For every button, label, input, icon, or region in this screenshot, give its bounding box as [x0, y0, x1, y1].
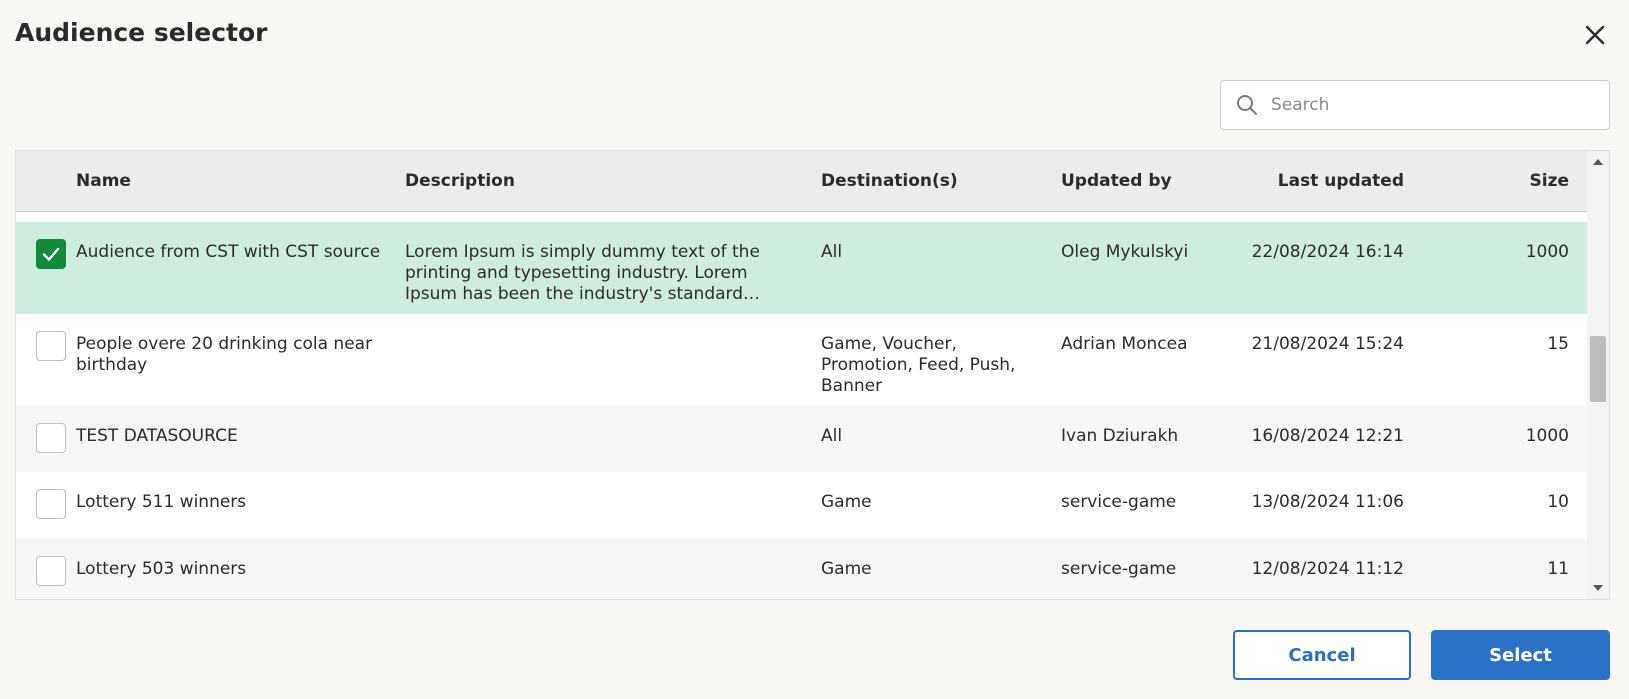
audience-table: Name Description Destination(s) Updated …	[15, 150, 1610, 600]
cell-size: 10	[1547, 492, 1569, 512]
checkmark-icon	[42, 247, 60, 261]
cell-last-updated: 16/08/2024 12:21	[1251, 426, 1404, 446]
row-checkbox[interactable]	[36, 423, 66, 453]
scroll-down-arrow-icon[interactable]	[1592, 583, 1604, 593]
column-header-name[interactable]: Name	[76, 171, 131, 191]
cell-last-updated: 13/08/2024 11:06	[1251, 492, 1404, 512]
cell-name: Lottery 511 winners	[76, 492, 247, 512]
column-header-updated-by[interactable]: Updated by	[1061, 171, 1172, 191]
table-row[interactable]: People overe 20 drinking cola near birth…	[16, 314, 1589, 406]
cell-size: 1000	[1525, 242, 1569, 262]
row-checkbox[interactable]	[36, 331, 66, 361]
cell-name: People overe 20 drinking cola near birth…	[76, 334, 373, 375]
table-row[interactable]: TEST DATASOURCE All Ivan Dziurakh 16/08/…	[16, 406, 1589, 472]
table-body: Audience from CST with CST source Lorem …	[16, 222, 1589, 599]
search-box[interactable]	[1220, 80, 1610, 130]
cell-updated-by: Oleg Mykulskyi	[1061, 242, 1189, 262]
scrollbar-thumb[interactable]	[1590, 336, 1606, 402]
cell-destinations: All	[821, 426, 843, 446]
cell-destinations: All	[821, 242, 843, 262]
scroll-up-arrow-icon[interactable]	[1592, 157, 1604, 167]
cell-updated-by: Adrian Moncea	[1061, 334, 1188, 354]
row-checkbox[interactable]	[36, 239, 66, 269]
cell-updated-by: service-game	[1061, 559, 1177, 579]
cell-destinations: Game	[821, 559, 872, 579]
row-checkbox[interactable]	[36, 556, 66, 586]
cell-name: TEST DATASOURCE	[76, 426, 238, 446]
cell-last-updated: 21/08/2024 15:24	[1251, 334, 1404, 354]
select-button[interactable]: Select	[1431, 630, 1610, 680]
search-input[interactable]	[1269, 94, 1589, 116]
table-row[interactable]: Lottery 503 winners Game service-game 12…	[16, 539, 1589, 599]
table-row[interactable]: Audience from CST with CST source Lorem …	[16, 222, 1589, 314]
cell-destinations: Game, Voucher, Promotion, Feed, Push, Ba…	[821, 334, 1016, 396]
audience-selector-dialog: Audience selector Name Description Desti…	[0, 0, 1629, 699]
row-checkbox[interactable]	[36, 489, 66, 519]
cell-updated-by: service-game	[1061, 492, 1177, 512]
column-header-destinations[interactable]: Destination(s)	[821, 171, 958, 191]
cell-size: 1000	[1525, 426, 1569, 446]
cell-destinations: Game	[821, 492, 872, 512]
close-icon	[1585, 25, 1605, 45]
cell-name: Lottery 503 winners	[76, 559, 247, 579]
cell-last-updated: 12/08/2024 11:12	[1251, 559, 1404, 579]
table-row[interactable]: Lottery 511 winners Game service-game 13…	[16, 472, 1589, 539]
cancel-button[interactable]: Cancel	[1233, 630, 1411, 680]
table-scrollbar[interactable]	[1587, 151, 1609, 599]
table-header: Name Description Destination(s) Updated …	[16, 151, 1589, 212]
cell-description: Lorem Ipsum is simply dummy text of the …	[405, 242, 761, 304]
cell-name: Audience from CST with CST source	[76, 242, 381, 262]
column-header-description[interactable]: Description	[405, 171, 515, 191]
search-icon	[1235, 93, 1259, 117]
dialog-title: Audience selector	[15, 18, 268, 47]
column-header-size[interactable]: Size	[1530, 171, 1570, 191]
close-button[interactable]	[1580, 20, 1610, 50]
cell-size: 15	[1547, 334, 1569, 354]
cell-last-updated: 22/08/2024 16:14	[1251, 242, 1404, 262]
cell-updated-by: Ivan Dziurakh	[1061, 426, 1179, 446]
cell-size: 11	[1547, 559, 1569, 579]
column-header-last-updated[interactable]: Last updated	[1278, 171, 1404, 191]
